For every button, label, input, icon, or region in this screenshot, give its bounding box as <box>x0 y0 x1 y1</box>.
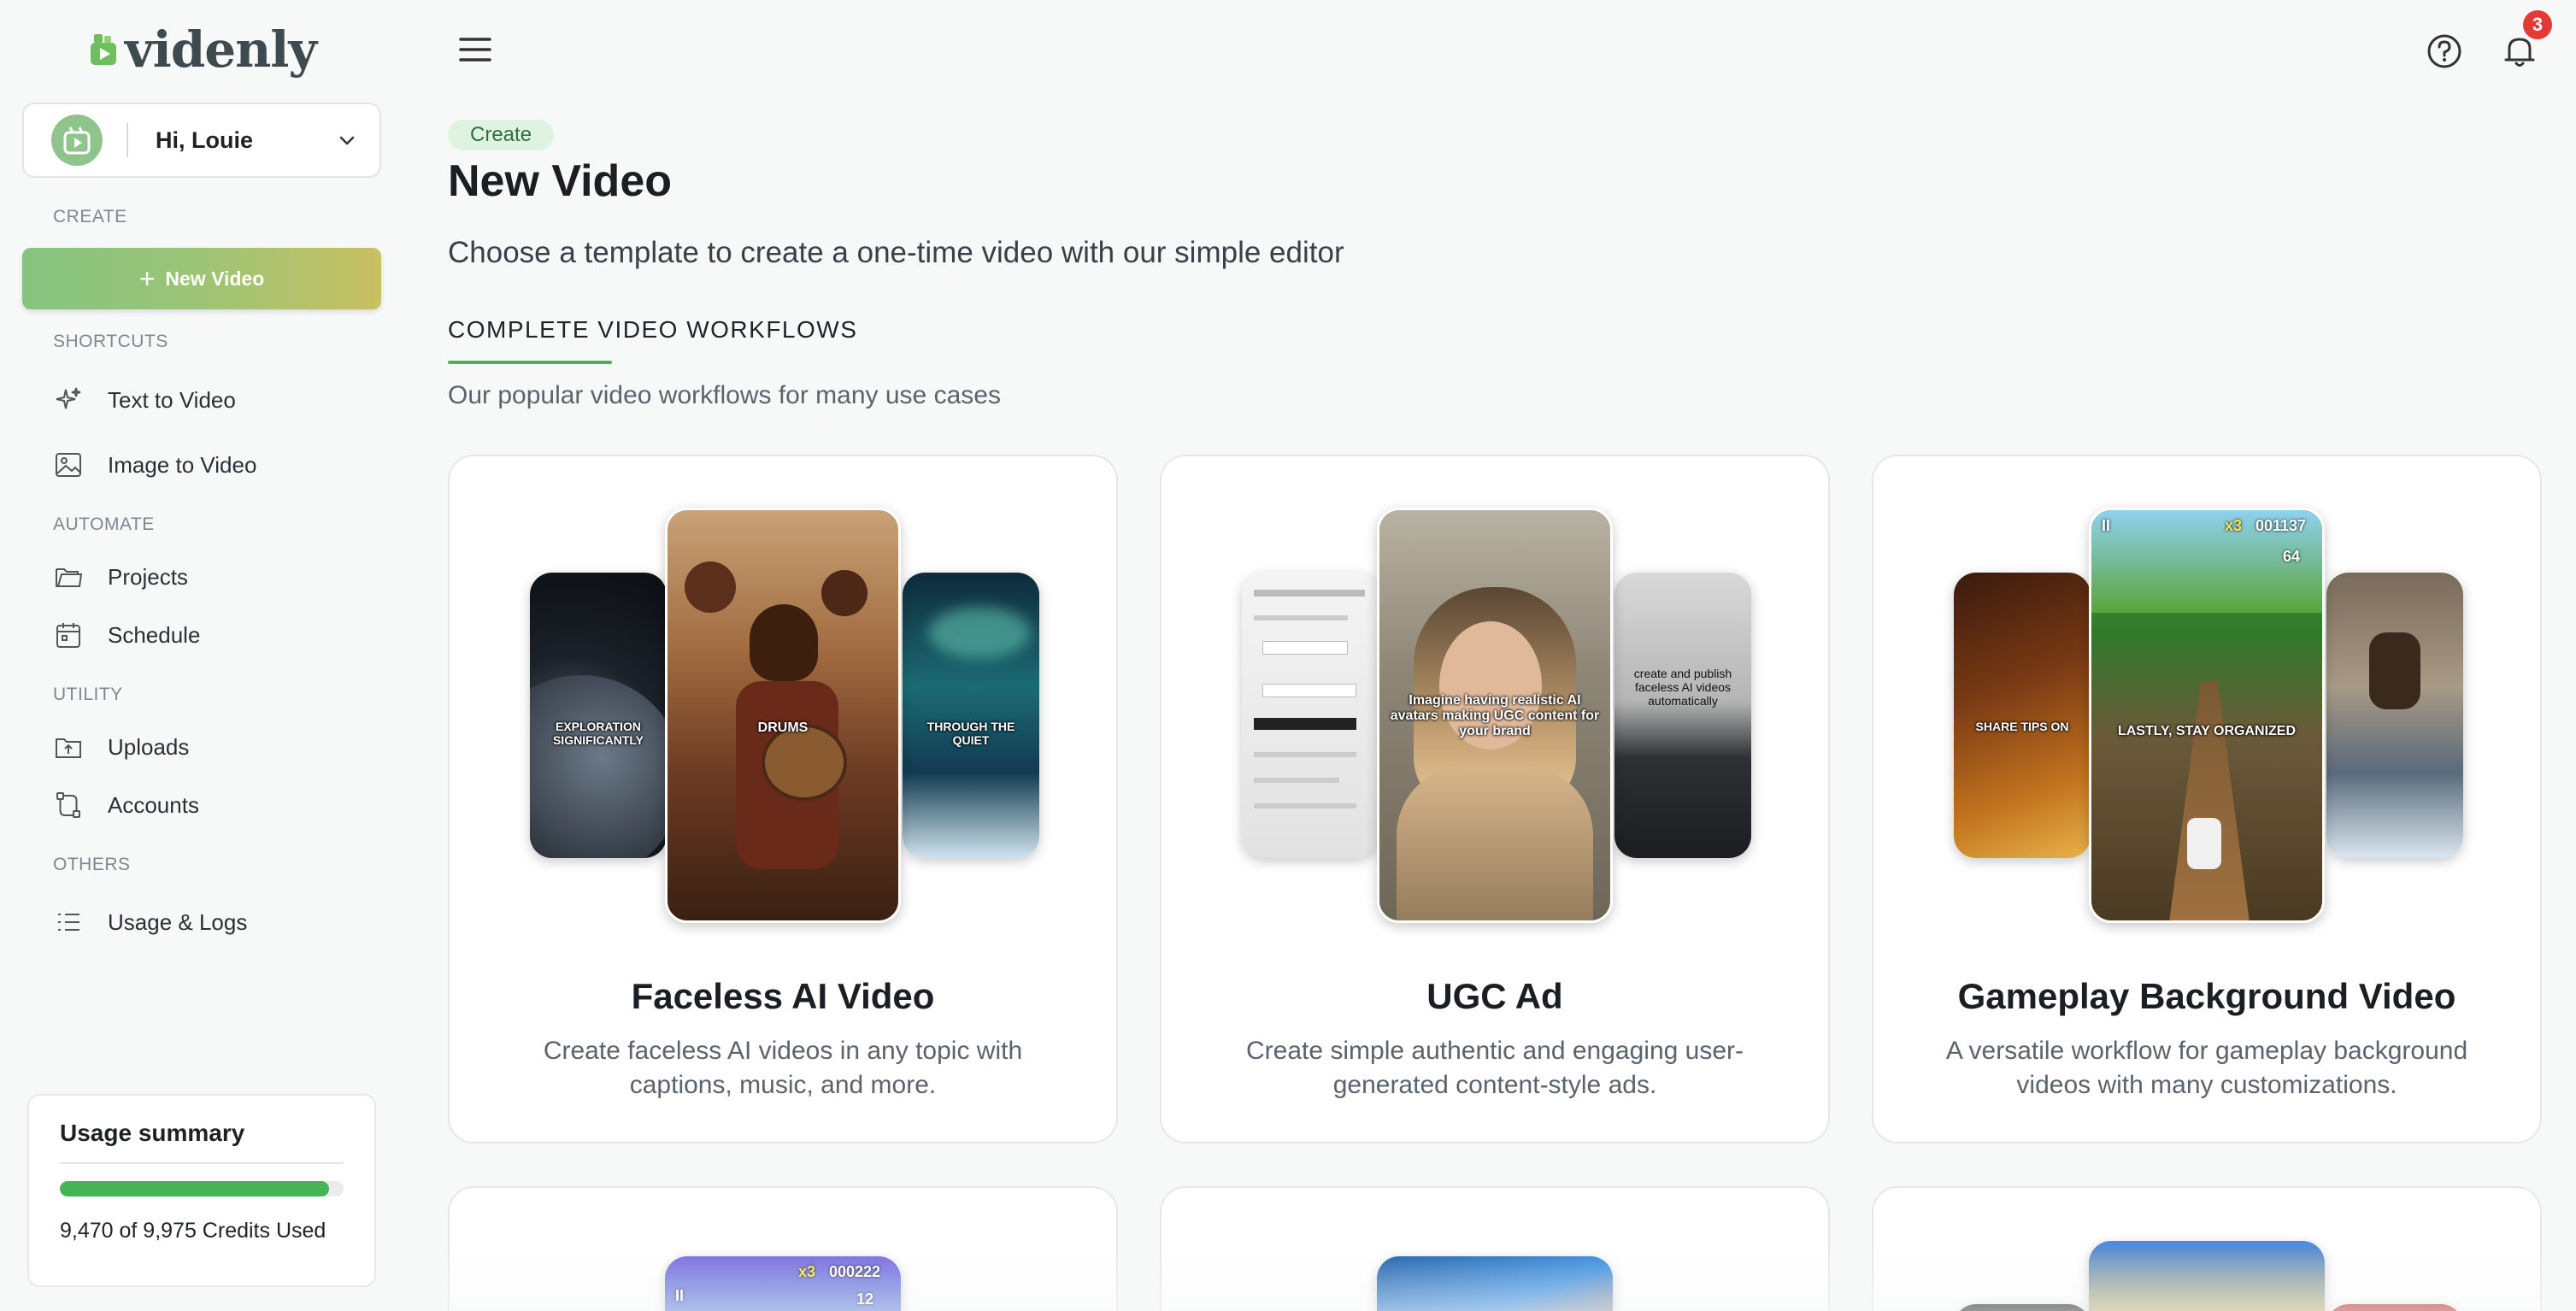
sidebar-item-label: Accounts <box>108 791 199 818</box>
hamburger-menu-icon[interactable] <box>458 32 492 67</box>
preview-caption: THROUGH THE QUIET <box>926 720 1015 747</box>
pause-icon: II <box>2102 517 2111 534</box>
preview-caption: create and publish faceless AI videos au… <box>1633 667 1732 708</box>
new-video-button[interactable]: + New Video <box>22 248 381 309</box>
preview-thumbnail <box>1377 1256 1613 1311</box>
list-icon <box>58 914 79 931</box>
notifications-button[interactable]: 3 <box>2499 10 2552 72</box>
preview-game: II x3 000222 12 <box>665 1256 901 1311</box>
new-video-label: New Video <box>165 267 265 290</box>
preview-laptop: create and publish faceless AI videos au… <box>1614 573 1751 858</box>
sidebar-item-label: Usage & Logs <box>108 908 248 935</box>
credits-progress-fill <box>60 1181 330 1196</box>
preview-settings-screen <box>1242 573 1379 858</box>
sidebar-item-label: Text to Video <box>108 386 236 413</box>
card-title: UGC Ad <box>1426 976 1563 1016</box>
usage-divider <box>60 1162 344 1164</box>
credits-progress-bar <box>60 1181 344 1196</box>
hud-score: 000222 <box>829 1263 881 1280</box>
page-subtitle: Choose a template to create a one-time v… <box>448 236 1344 269</box>
breadcrumb[interactable]: Create <box>448 120 555 150</box>
accounts-icon <box>56 792 80 818</box>
usage-title: Usage summary <box>60 1120 245 1146</box>
preview-drummer: DRUMS <box>665 508 901 923</box>
section-label-create: CREATE <box>53 207 127 226</box>
section-subtitle: Our popular video workflows for many use… <box>448 381 1001 409</box>
brand-logo[interactable]: videnly <box>89 19 317 80</box>
template-card-faceless-ai-video[interactable]: EXPLORATION SIGNIFICANTLY DRUMS THROUGH … <box>448 455 1118 1143</box>
sidebar-item-label: Image to Video <box>108 451 257 478</box>
brand-name: videnly <box>125 21 317 79</box>
notification-count-badge: 3 <box>2523 10 2552 39</box>
preview-temple-run <box>2326 573 2463 858</box>
sidebar-item-accounts[interactable]: Accounts <box>53 784 378 826</box>
page-title: New Video <box>448 156 673 206</box>
hud-coins: 64 <box>2283 548 2301 565</box>
preview-thumbnails: SHARE TIPS ON II x3 001137 64 LASTLY, ST… <box>1873 456 2540 935</box>
preview-caption: SHARE TIPS ON <box>1975 720 2069 733</box>
preview-minecraft: SHARE TIPS ON <box>1954 573 2091 858</box>
section-label-utility: UTILITY <box>53 685 123 704</box>
sidebar-item-schedule[interactable]: Schedule <box>53 614 378 656</box>
usage-summary-card: Usage summary 9,470 of 9,975 Credits Use… <box>27 1094 376 1287</box>
hud-multiplier: x3 <box>798 1263 816 1280</box>
user-divider <box>126 123 128 157</box>
preview-thumbnail <box>1954 1304 2091 1311</box>
chevron-down-icon <box>339 136 355 145</box>
help-icon[interactable] <box>2426 32 2463 70</box>
image-icon <box>56 453 81 477</box>
pause-icon: II <box>675 1287 685 1304</box>
calendar-icon <box>56 623 80 648</box>
preview-caption: Imagine having realistic AI avatars maki… <box>1390 693 1600 738</box>
logo-mark-icon <box>91 34 116 65</box>
section-label-shortcuts: SHORTCUTS <box>53 332 168 351</box>
card-description: Create faceless AI videos in any topic w… <box>543 1037 1023 1099</box>
hud-coins: 12 <box>856 1290 874 1308</box>
template-card-row2-1[interactable]: II x3 000222 12 <box>448 1186 1118 1311</box>
user-greeting: Hi, Louie <box>156 126 253 153</box>
card-description: Create simple authentic and engaging use… <box>1245 1037 1744 1099</box>
template-card-ugc-ad[interactable]: Imagine having realistic AI avatars maki… <box>1160 455 1830 1143</box>
template-card-row2-3[interactable] <box>1872 1186 2542 1311</box>
hud-score: 001137 <box>2255 517 2307 534</box>
hud-multiplier: x3 <box>2225 517 2243 534</box>
avatar-video-icon <box>63 126 91 155</box>
sparkle-icon <box>56 387 81 409</box>
section-label-others: OTHERS <box>53 855 131 874</box>
preview-thumbnails: EXPLORATION SIGNIFICANTLY DRUMS THROUGH … <box>450 456 1116 935</box>
preview-thumbnail <box>2326 1304 2463 1311</box>
sidebar-item-label: Uploads <box>108 733 190 760</box>
sidebar-item-image-to-video[interactable]: Image to Video <box>53 444 378 486</box>
sidebar: videnly Hi, Louie CREATE + New Video SHO… <box>0 0 405 1311</box>
card-title: Faceless AI Video <box>631 976 935 1016</box>
card-description: A versatile workflow for gameplay backgr… <box>1945 1037 2468 1099</box>
template-card-row2-2[interactable] <box>1160 1186 1830 1311</box>
section-title: COMPLETE VIDEO WORKFLOWS <box>448 316 858 343</box>
sidebar-item-text-to-video[interactable]: Text to Video <box>53 379 378 421</box>
preview-word-game <box>2089 1241 2325 1311</box>
preview-subway-runner: II x3 001137 64 LASTLY, STAY ORGANIZED <box>2089 508 2325 923</box>
preview-ugc-avatar: Imagine having realistic AI avatars maki… <box>1377 508 1613 923</box>
section-underline <box>448 361 612 364</box>
folder-icon <box>56 568 83 587</box>
preview-caption: DRUMS <box>757 720 809 735</box>
plus-icon: + <box>138 263 156 294</box>
preview-thumbnails: Imagine having realistic AI avatars maki… <box>1162 456 1828 935</box>
preview-caption: EXPLORATION SIGNIFICANTLY <box>552 720 644 747</box>
sidebar-item-label: Projects <box>108 563 188 590</box>
section-label-automate: AUTOMATE <box>53 514 155 534</box>
user-menu[interactable]: Hi, Louie <box>22 103 381 178</box>
sidebar-item-label: Schedule <box>108 621 201 648</box>
template-card-gameplay-background-video[interactable]: SHARE TIPS ON II x3 001137 64 LASTLY, ST… <box>1872 455 2542 1143</box>
preview-space: EXPLORATION SIGNIFICANTLY <box>530 573 667 858</box>
preview-aurora: THROUGH THE QUIET <box>903 573 1039 858</box>
sidebar-item-projects[interactable]: Projects <box>53 556 378 598</box>
sidebar-item-usage-logs[interactable]: Usage & Logs <box>53 901 378 944</box>
credits-used-text: 9,470 of 9,975 Credits Used <box>60 1219 326 1243</box>
card-title: Gameplay Background Video <box>1957 976 2456 1016</box>
preview-caption: LASTLY, STAY ORGANIZED <box>2117 724 2297 738</box>
upload-icon <box>56 738 81 758</box>
user-avatar <box>51 115 103 166</box>
sidebar-item-uploads[interactable]: Uploads <box>53 726 378 768</box>
